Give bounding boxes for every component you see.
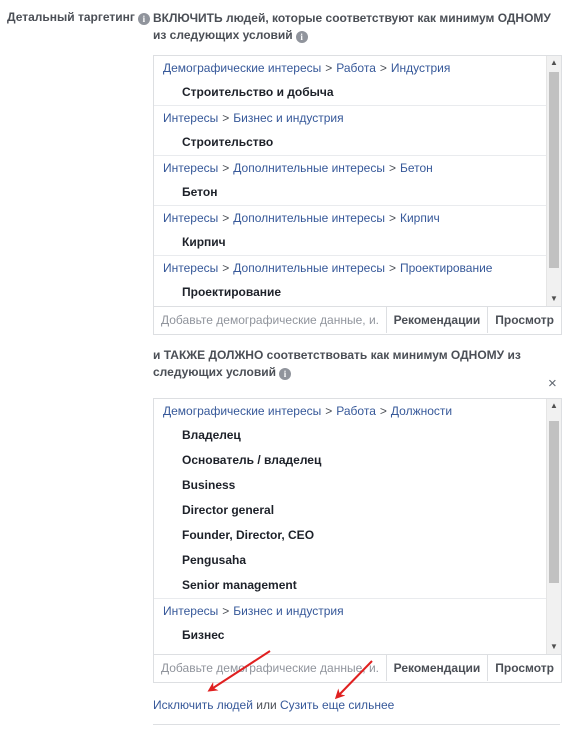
annotation-arrows [207,650,373,700]
annotation-arrow [334,660,373,700]
annotation-arrow [207,650,271,692]
